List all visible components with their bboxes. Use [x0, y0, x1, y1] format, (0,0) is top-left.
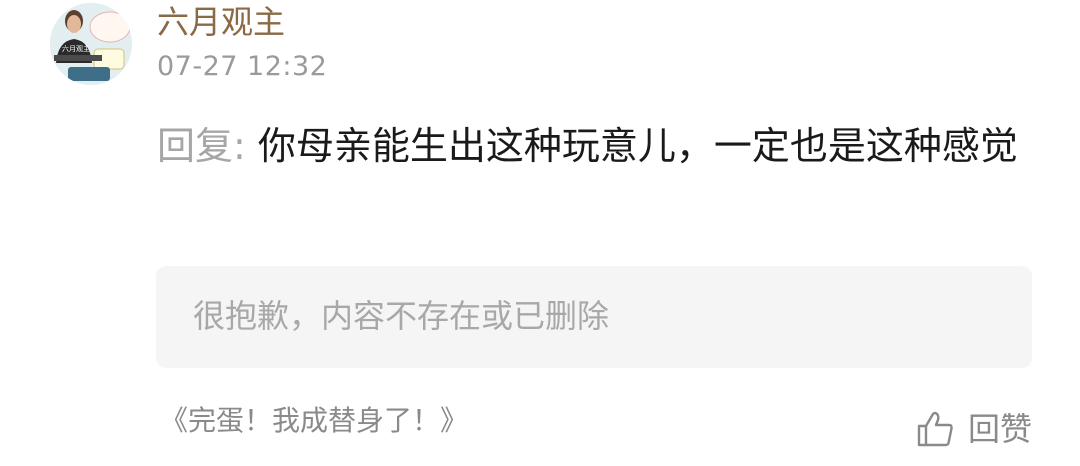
thumbs-up-icon	[917, 411, 953, 447]
reply-prefix: 回复:	[157, 124, 246, 168]
like-back-label: 回赞	[967, 410, 1032, 448]
like-back-button[interactable]: 回赞	[916, 404, 1032, 454]
reply-text: 回复: 你母亲能生出这种玩意儿，一定也是这种感觉	[157, 118, 1037, 174]
avatar-text: 六月观主	[62, 44, 90, 53]
source-title-link[interactable]: 《完蛋！我成替身了！》	[160, 400, 468, 442]
avatar-image: 六月观主	[50, 3, 132, 85]
quoted-content-box[interactable]: 很抱歉，内容不存在或已删除	[156, 266, 1032, 368]
username[interactable]: 六月观主	[157, 0, 285, 44]
avatar[interactable]: 六月观主	[50, 3, 132, 85]
timestamp: 07-27 12:32	[157, 51, 328, 82]
reply-body: 你母亲能生出这种玩意儿，一定也是这种感觉	[245, 124, 1018, 168]
comment-card: 六月观主 六月观主 07-27 12:32 回复: 你母亲能生出这种玩意儿，一定…	[0, 0, 1080, 466]
quoted-content-text: 很抱歉，内容不存在或已删除	[193, 297, 610, 335]
